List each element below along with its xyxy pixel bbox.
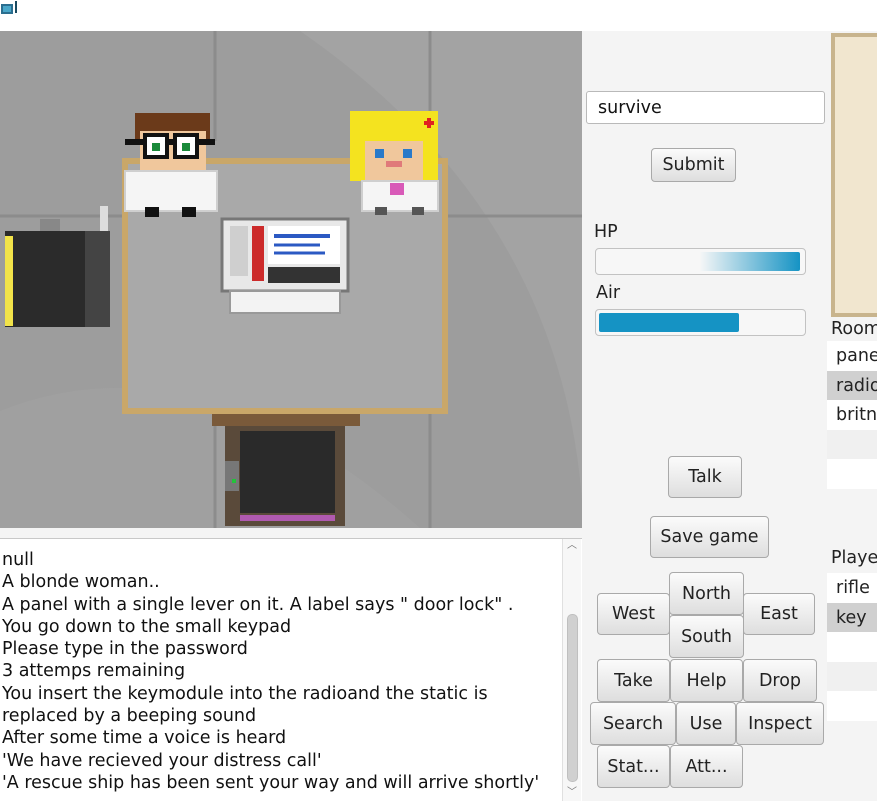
hp-bar [595,248,806,275]
player-list-empty-row [827,661,877,691]
use-button[interactable]: Use [676,702,736,745]
inventory-panel: Room paneradiobritne Player riflekey [827,31,877,801]
room-list-empty-row [827,459,877,489]
room-list-item[interactable]: radio [827,370,877,400]
message-log[interactable]: null A blonde woman.. A panel with a singl… [0,538,582,801]
search-button[interactable]: Search [590,702,676,745]
item-image-frame [831,33,877,317]
log-line: 'We have recieved your distress call' [2,750,322,771]
player-list-item[interactable]: key [827,602,877,632]
room-list-item[interactable]: pane [827,341,877,371]
app-icon [1,1,17,14]
drop-button[interactable]: Drop [743,659,817,702]
att-button[interactable]: Att... [670,745,743,788]
stat-button[interactable]: Stat... [597,745,670,788]
west-button[interactable]: West [597,593,670,635]
room-list-title: Room [831,319,877,339]
room-view [0,31,582,528]
log-line: You insert the keymodule into the radioa… [2,683,494,727]
window-titlebar [0,0,877,31]
scroll-up-icon[interactable]: ︿ [567,541,577,551]
log-line: A panel with a single lever on it. A lab… [2,594,514,615]
log-scrollbar[interactable]: ︿ ﹀ [562,539,581,801]
south-button[interactable]: South [669,615,744,658]
log-line: After some time a voice is heard [2,728,287,749]
scroll-thumb[interactable] [567,614,578,782]
save-game-button[interactable]: Save game [650,516,769,558]
game-scene[interactable] [0,31,582,528]
message-log-text: null A blonde woman.. A panel with a singl… [2,549,560,794]
player-list-empty-row [827,632,877,662]
player-list-empty-row [827,691,877,721]
command-input[interactable] [586,91,825,124]
player-list-item[interactable]: rifle [827,573,877,603]
log-line: 3 attemps remaining [2,661,186,682]
room-list-item[interactable]: britne [827,400,877,430]
talk-button[interactable]: Talk [668,456,742,498]
log-line: Please type in the password [2,639,248,660]
computer-sprite [220,217,350,314]
log-line: null [2,550,34,570]
blonde-woman-character [350,111,439,215]
help-button[interactable]: Help [670,659,743,702]
player-list-title: Player [831,548,877,568]
north-button[interactable]: North [669,572,744,615]
room-list-empty-row [827,429,877,459]
take-button[interactable]: Take [597,659,670,702]
hp-label: HP [594,222,618,242]
air-bar-fill [599,313,740,332]
control-panel: Submit HP Air Talk Save game North West … [582,31,827,801]
log-line: A blonde woman.. [2,572,160,593]
inspect-button[interactable]: Inspect [736,702,824,745]
hp-bar-fill [599,252,800,271]
log-line: 'A rescue ship has been sent your way an… [2,772,540,793]
door-sprite [212,414,360,526]
log-line: You go down to the small keypad [2,616,292,637]
submit-button[interactable]: Submit [651,148,736,182]
scroll-down-icon[interactable]: ﹀ [567,788,577,798]
east-button[interactable]: East [743,593,815,635]
air-label: Air [596,283,621,303]
air-bar [595,309,806,336]
